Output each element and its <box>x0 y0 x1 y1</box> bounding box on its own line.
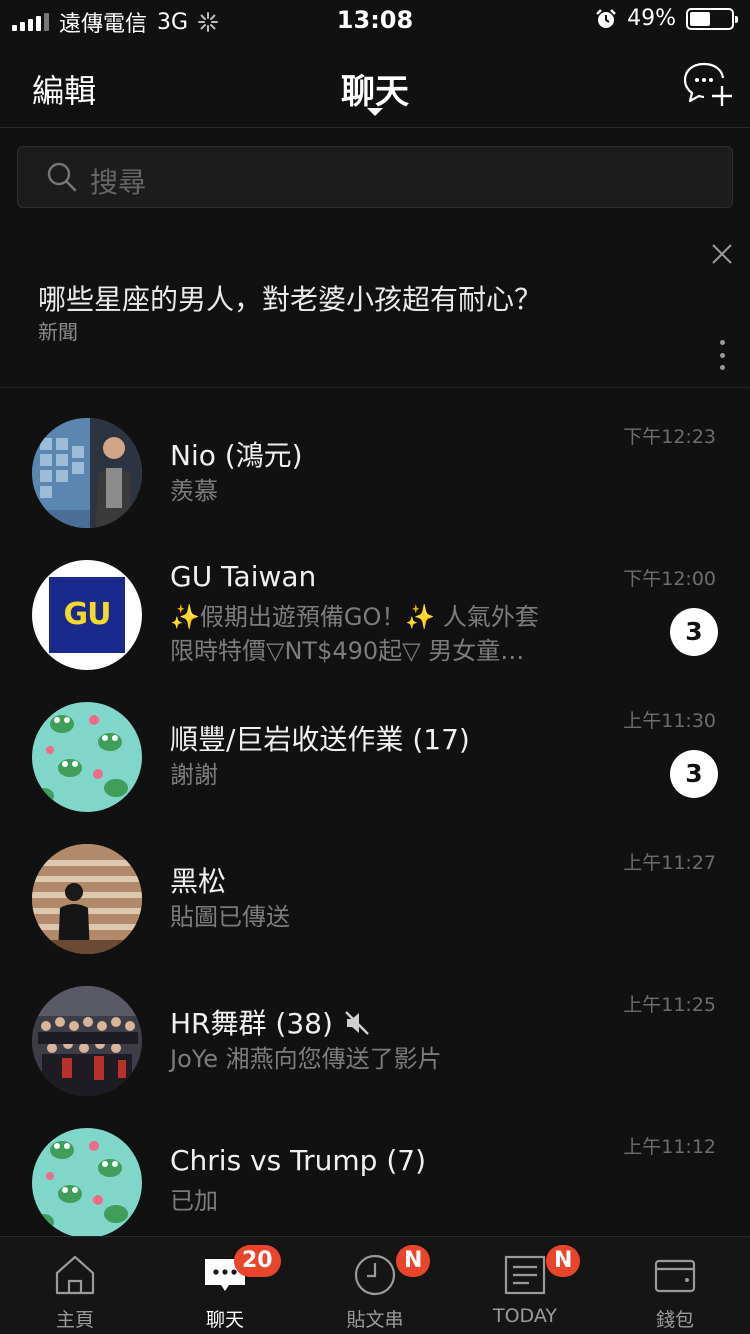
battery-percent: 49% <box>627 6 676 31</box>
gu-logo: GU <box>49 577 125 653</box>
chat-time: 上午11:25 <box>623 994 716 1016</box>
frog-pattern-icon <box>34 715 128 804</box>
chat-name: 黑松 <box>170 865 227 898</box>
tab-today[interactable]: N TODAY <box>450 1237 600 1334</box>
wallet-icon <box>654 1259 696 1293</box>
news-source: 新聞 <box>38 320 78 344</box>
chat-time: 上午11:12 <box>623 1136 716 1158</box>
tab-wallet-label: 錢包 <box>655 1309 694 1331</box>
chat-row[interactable]: HR舞群 (38) JoYe 湘燕向您傳送了影片 上午11:25 <box>0 968 750 1110</box>
alarm-icon <box>596 8 616 28</box>
tab-timeline[interactable]: N 貼文串 <box>300 1237 450 1334</box>
chat-name: Chris vs Trump (7) <box>170 1144 426 1177</box>
chat-message: 羨慕 <box>170 477 218 505</box>
chat-message-line1: ✨假期出遊預備GO！✨ 人氣外套 <box>170 603 539 631</box>
clock-icon <box>354 1254 396 1296</box>
chat-name: HR舞群 (38) <box>170 1002 371 1042</box>
news-icon <box>504 1255 546 1295</box>
close-icon[interactable] <box>710 242 734 266</box>
chat-name-text: HR舞群 (38) <box>170 1007 333 1040</box>
mute-icon <box>345 1011 369 1035</box>
chat-name: GU Taiwan <box>170 560 317 593</box>
battery-icon <box>686 7 738 30</box>
tab-home-label: 主頁 <box>55 1309 94 1331</box>
chat-time: 下午12:23 <box>623 426 716 448</box>
news-title[interactable]: 哪些星座的男人，對老婆小孩超有耐心？ <box>38 278 542 318</box>
status-right: 49% <box>595 6 738 31</box>
chat-row[interactable]: GU GU Taiwan ✨假期出遊預備GO！✨ 人氣外套 限時特價▽NT$49… <box>0 542 750 684</box>
tab-bar: 主頁 20 聊天 N 貼文串 N TODAY 錢包 <box>0 1236 750 1334</box>
chat-row[interactable]: 黑松 貼圖已傳送 上午11:27 <box>0 826 750 968</box>
chat-message-line2: 限時特價▽NT$490起▽ 男女童… <box>170 637 525 665</box>
chat-message: 已加 <box>170 1187 218 1215</box>
avatar[interactable]: GU <box>32 560 142 670</box>
news-banner[interactable]: 哪些星座的男人，對老婆小孩超有耐心？ 新聞 <box>0 224 750 388</box>
chat-time: 下午12:00 <box>623 568 716 590</box>
tab-timeline-label: 貼文串 <box>346 1309 404 1331</box>
avatar[interactable] <box>32 986 142 1096</box>
chat-message: 貼圖已傳送 <box>170 903 290 931</box>
chat-badge: 20 <box>234 1245 281 1277</box>
more-options-icon[interactable] <box>720 340 726 370</box>
person-photo-icon <box>32 844 142 954</box>
caret-down-icon[interactable] <box>367 108 383 116</box>
tab-chat[interactable]: 20 聊天 <box>150 1237 300 1334</box>
search-placeholder: 搜尋 <box>90 166 147 199</box>
unread-badge: 3 <box>670 608 718 656</box>
group-photo-icon <box>32 986 142 1096</box>
tab-chat-label: 聊天 <box>205 1309 244 1331</box>
battery-fill <box>690 11 710 26</box>
frog-pattern-icon <box>34 1141 128 1230</box>
chat-message: JoYe 湘燕向您傳送了影片 <box>170 1045 442 1073</box>
status-bar: 遠傳電信 3G 13:08 49% <box>0 0 750 40</box>
unread-badge: 3 <box>670 750 718 798</box>
chat-name: Nio (鴻元) <box>170 439 303 472</box>
tab-today-label: TODAY <box>493 1305 557 1327</box>
search-icon <box>47 162 77 192</box>
avatar[interactable] <box>32 418 142 528</box>
avatar[interactable] <box>32 844 142 954</box>
chat-message: 謝謝 <box>170 761 218 789</box>
tab-home[interactable]: 主頁 <box>0 1237 150 1334</box>
nav-bar: 編輯 聊天 <box>0 40 750 128</box>
chat-row[interactable]: Nio (鴻元) 羨慕 下午12:23 <box>0 400 750 542</box>
home-icon <box>55 1255 95 1295</box>
new-chat-icon[interactable] <box>682 60 734 108</box>
chat-time: 上午11:27 <box>623 852 716 874</box>
timeline-badge: N <box>396 1245 431 1277</box>
avatar[interactable] <box>32 702 142 812</box>
tab-wallet[interactable]: 錢包 <box>600 1237 750 1334</box>
chat-time: 上午11:30 <box>623 710 716 732</box>
person-photo-icon <box>32 418 142 528</box>
page-title[interactable]: 聊天 <box>0 64 750 113</box>
chat-row[interactable]: 順豐/巨岩收送作業 (17) 謝謝 上午11:30 3 <box>0 684 750 826</box>
today-badge: N <box>546 1245 581 1277</box>
chat-row[interactable]: Chris vs Trump (7) 已加 上午11:12 <box>0 1110 750 1252</box>
chat-name: 順豐/巨岩收送作業 (17) <box>170 723 470 756</box>
avatar[interactable] <box>32 1128 142 1238</box>
search-input[interactable]: 搜尋 <box>17 146 733 208</box>
